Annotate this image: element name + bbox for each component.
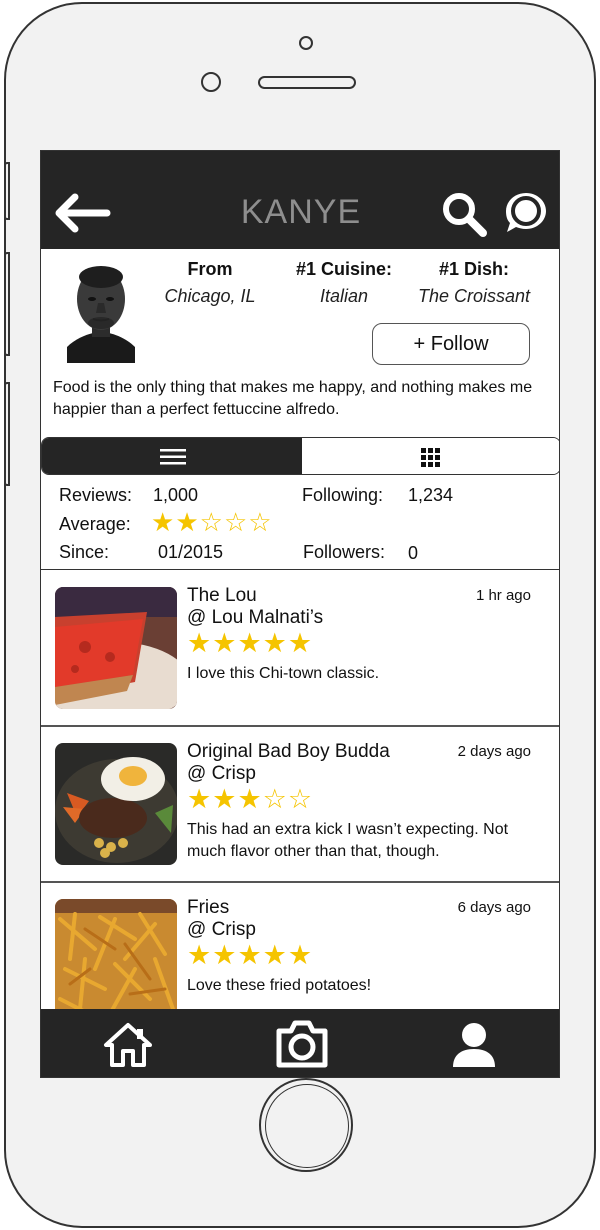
view-toggle <box>41 437 559 475</box>
followers-label: Followers: <box>303 542 386 562</box>
restaurant-name[interactable]: @ Crisp <box>187 919 256 941</box>
post-time: 2 days ago <box>457 743 531 760</box>
average-label: Average: <box>59 514 131 534</box>
star-filled-icon: ★ <box>237 784 263 814</box>
following-value[interactable]: 1,234 <box>408 485 453 506</box>
tab-grid-view[interactable] <box>302 438 559 474</box>
review-rating-stars: ★★★★★ <box>187 941 313 969</box>
search-button[interactable] <box>441 191 489 239</box>
since-label: Since: <box>59 542 110 562</box>
front-camera <box>299 36 313 50</box>
dish-info: #1 Dish: The Croissant <box>409 259 539 307</box>
star-empty-icon: ☆ <box>199 507 224 537</box>
review-rating-stars: ★★★☆☆ <box>187 785 313 813</box>
camera-icon <box>276 1020 328 1068</box>
post-time: 1 hr ago <box>475 587 531 604</box>
star-filled-icon: ★ <box>187 784 213 814</box>
star-filled-icon: ★ <box>212 628 238 658</box>
avatar <box>67 261 135 363</box>
earpiece-speaker <box>258 76 356 89</box>
reviews-value: 1,000 <box>153 485 199 505</box>
review-rating-stars: ★★★★★ <box>187 629 313 657</box>
app-screen: KANYE From Chicago, IL #1 Cuisine: Itali… <box>40 150 560 1078</box>
tab-list-view[interactable] <box>42 438 302 474</box>
mute-switch <box>4 162 10 220</box>
star-empty-icon: ☆ <box>223 507 249 537</box>
dish-label: #1 Dish: <box>438 259 510 279</box>
from-value: Chicago, IL <box>164 286 256 306</box>
star-filled-icon: ★ <box>237 628 263 658</box>
reviews-label: Reviews: <box>59 485 133 505</box>
from-label: From <box>187 259 233 279</box>
dish-name: Fries <box>187 897 230 918</box>
grid-icon <box>421 448 440 467</box>
home-button[interactable] <box>259 1078 353 1172</box>
cuisine-label: #1 Cuisine: <box>295 259 393 279</box>
cuisine-value: Italian <box>319 286 369 306</box>
dish-name: The Lou <box>187 585 257 606</box>
review-text: Love these fried potatoes! <box>187 977 372 994</box>
review-text: This had an extra kick I wasn’t expectin… <box>187 821 509 860</box>
follow-button[interactable]: + Follow <box>372 323 530 365</box>
dish-name: Original Bad Boy Budda <box>187 741 390 762</box>
star-filled-icon: ★ <box>187 628 213 658</box>
nav-home-button[interactable] <box>103 1021 153 1069</box>
arrow-left-icon <box>55 193 111 233</box>
list-icon <box>160 449 186 465</box>
page-title: KANYE <box>240 193 362 231</box>
nav-profile-button[interactable] <box>451 1021 501 1069</box>
star-filled-icon: ★ <box>287 940 314 970</box>
back-button[interactable] <box>53 191 113 235</box>
volume-up-button <box>4 252 10 356</box>
profile-bio: Food is the only thing that makes me hap… <box>53 379 533 418</box>
star-filled-icon: ★ <box>151 507 176 537</box>
restaurant-name[interactable]: @ Crisp <box>187 763 256 785</box>
star-filled-icon: ★ <box>237 940 263 970</box>
review-text: I love this Chi-town classic. <box>187 665 380 682</box>
star-filled-icon: ★ <box>262 628 288 658</box>
dish-value: The Croissant <box>417 286 531 306</box>
nav-camera-button[interactable] <box>275 1019 328 1068</box>
star-empty-icon: ☆ <box>248 507 273 537</box>
from-info: From Chicago, IL <box>145 259 275 307</box>
star-filled-icon: ★ <box>212 940 238 970</box>
restaurant-name[interactable]: @ Lou Malnati’s <box>187 607 323 629</box>
star-filled-icon: ★ <box>212 784 238 814</box>
review-card[interactable]: The Lou @ Lou Malnati’s 1 hr ago ★★★★★ I… <box>41 571 559 727</box>
profile-header: From Chicago, IL #1 Cuisine: Italian #1 … <box>41 249 559 437</box>
search-icon <box>443 193 487 237</box>
following-label: Following: <box>302 485 384 505</box>
review-card[interactable]: Original Bad Boy Budda @ Crisp 2 days ag… <box>41 727 559 883</box>
food-photo <box>55 743 177 865</box>
bottom-nav <box>41 1009 559 1077</box>
food-photo <box>55 899 177 1009</box>
chat-bubble-icon <box>506 193 546 232</box>
cuisine-info: #1 Cuisine: Italian <box>279 259 409 307</box>
volume-down-button <box>4 382 10 486</box>
top-bar: KANYE <box>41 151 559 249</box>
average-rating-stars: ★★☆☆☆ <box>151 509 273 535</box>
star-filled-icon: ★ <box>187 940 213 970</box>
followers-value[interactable]: 0 <box>408 543 418 564</box>
star-filled-icon: ★ <box>262 940 288 970</box>
profile-stats: Reviews: 1,000 Average: ★★☆☆☆ Since: 01/… <box>41 475 559 570</box>
proximity-sensor <box>201 72 221 92</box>
review-card[interactable]: Fries @ Crisp 6 days ago ★★★★★ Love thes… <box>41 883 559 1009</box>
home-icon <box>104 1023 152 1067</box>
food-photo <box>55 587 177 709</box>
since-value: 01/2015 <box>158 542 224 562</box>
user-icon <box>453 1023 495 1067</box>
star-empty-icon: ☆ <box>287 784 314 814</box>
chat-button[interactable] <box>502 189 550 237</box>
review-feed: The Lou @ Lou Malnati’s 1 hr ago ★★★★★ I… <box>41 571 559 1009</box>
star-filled-icon: ★ <box>175 507 200 537</box>
star-empty-icon: ☆ <box>262 784 288 814</box>
post-time: 6 days ago <box>457 899 531 916</box>
star-filled-icon: ★ <box>287 628 314 658</box>
